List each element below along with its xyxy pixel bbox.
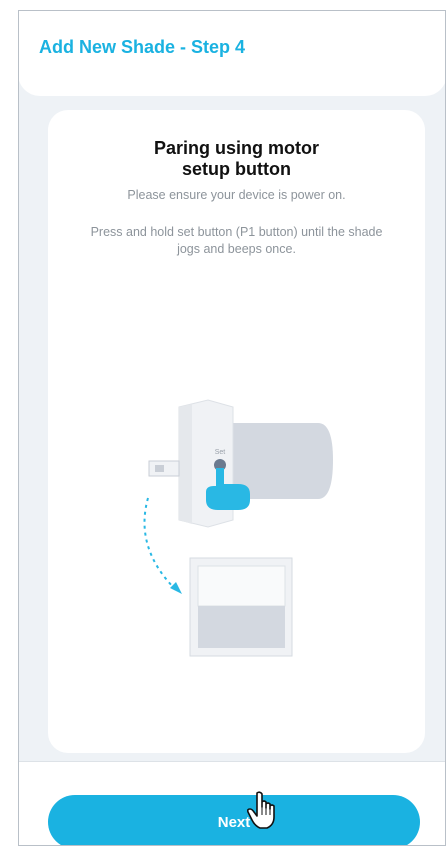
next-button-label: Next — [217, 813, 251, 831]
header: Add New Shade - Step 4 — [19, 11, 445, 96]
next-button[interactable]: Next — [48, 795, 420, 845]
set-label: Set — [215, 449, 226, 456]
card-title-line2: setup button — [182, 159, 291, 179]
instruction-card: Paring using motor setup button Please e… — [48, 110, 425, 753]
hand-cursor-icon — [247, 791, 275, 829]
card-subtitle: Please ensure your device is power on. — [127, 188, 346, 202]
shade-icon — [189, 557, 293, 657]
card-instruction: Press and hold set button (P1 button) un… — [90, 225, 383, 256]
app-screen: Add New Shade - Step 4 Paring using moto… — [18, 10, 446, 846]
card-title-line1: Paring using motor — [153, 138, 319, 158]
motor-pairing-illustration: Set — [143, 399, 333, 657]
page-title: Add New Shade - Step 4 — [39, 37, 246, 57]
footer: Next — [19, 761, 445, 845]
card-title: Paring using motor setup button — [48, 138, 425, 180]
